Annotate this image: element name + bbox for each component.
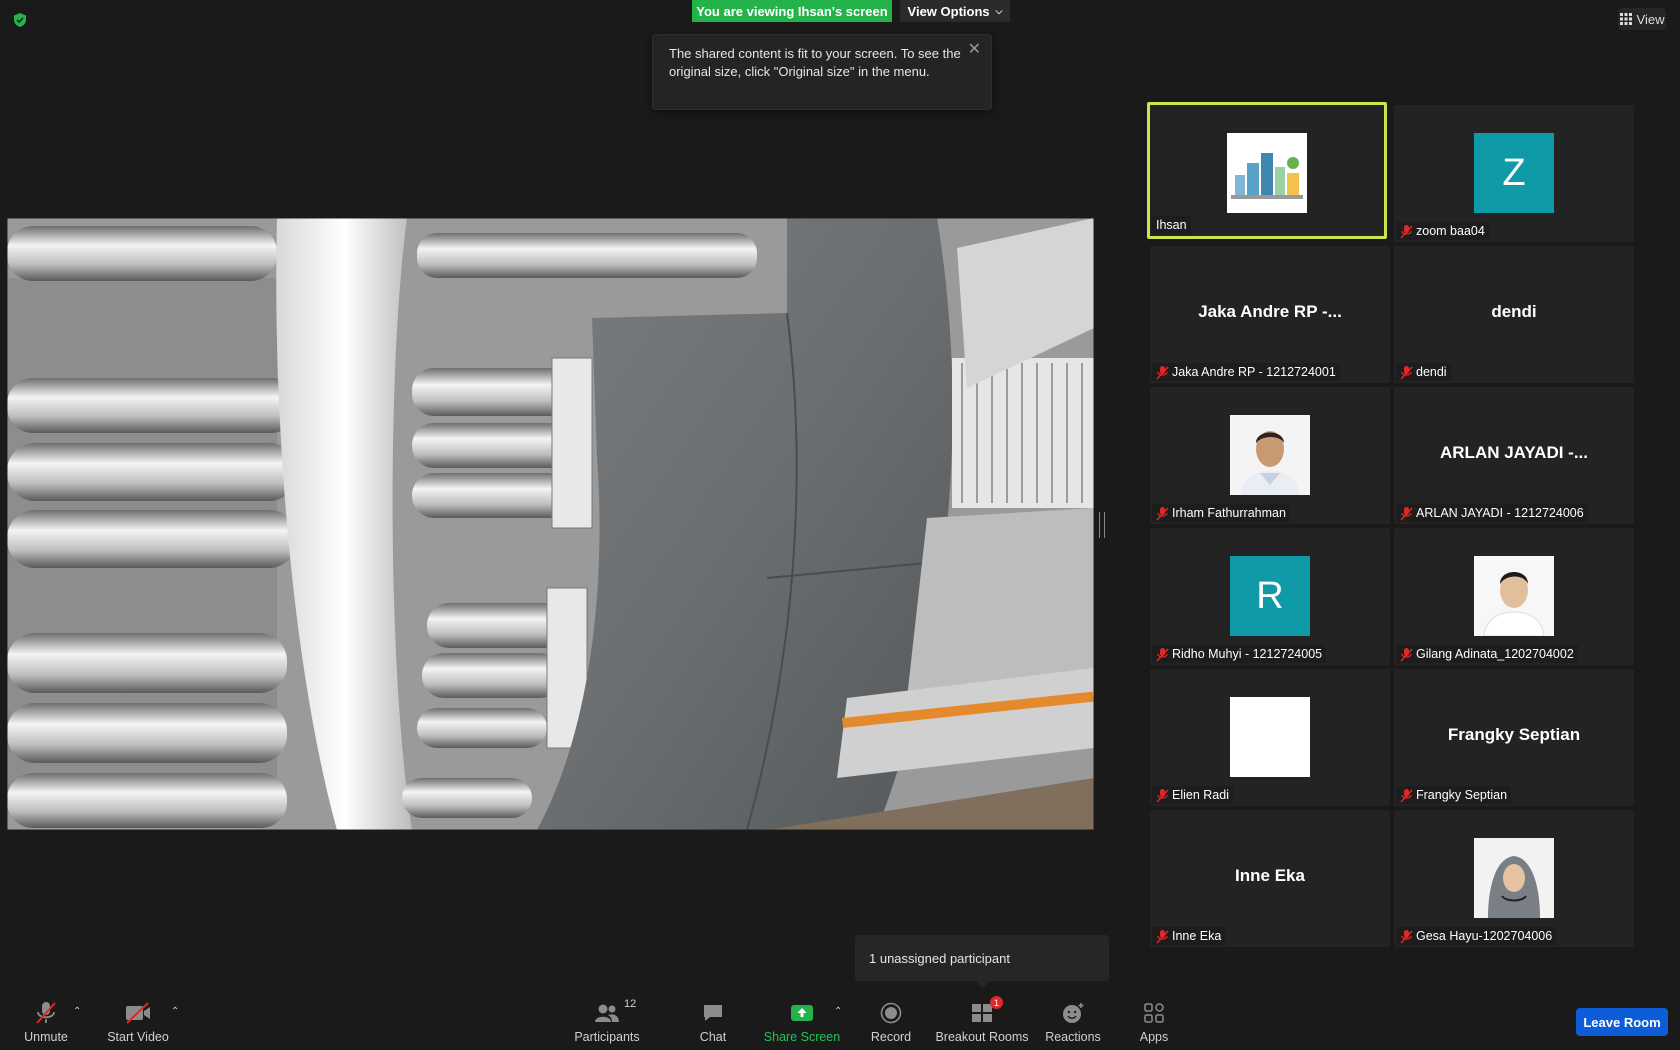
share-options-caret[interactable]: ⌃ [834, 1006, 842, 1017]
participants-button[interactable]: 12 Participants [574, 998, 640, 1048]
chat-icon [704, 1005, 722, 1021]
profile-picture [1230, 415, 1310, 495]
mic-muted-icon [1400, 930, 1413, 944]
reactions-label: Reactions [1045, 1030, 1101, 1044]
mic-muted-icon [1156, 366, 1169, 380]
avatar: R [1230, 556, 1310, 636]
popup-arrow [975, 980, 991, 988]
participant-name: Elien Radi [1152, 786, 1233, 804]
profile-picture [1227, 133, 1307, 213]
profile-picture [1474, 556, 1554, 636]
video-options-caret[interactable]: ⌃ [171, 1006, 179, 1017]
tooltip-text: The shared content is fit to your screen… [669, 46, 961, 79]
participant-tile[interactable]: Jaka Andre RP -... Jaka Andre RP - 12127… [1150, 246, 1390, 383]
participant-tile[interactable]: ARLAN JAYADI -... ARLAN JAYADI - 1212724… [1394, 387, 1634, 524]
mic-muted-icon [1156, 789, 1169, 803]
participant-tile[interactable]: Inne Eka Inne Eka [1150, 810, 1390, 947]
participant-tile[interactable]: Frangky Septian Frangky Septian [1394, 669, 1634, 806]
mic-muted-icon [1400, 507, 1413, 521]
participant-name: Gesa Hayu-1202704006 [1396, 927, 1557, 945]
viewing-screen-banner: You are viewing Ihsan's screen [692, 0, 892, 22]
chat-label: Chat [699, 1030, 727, 1044]
start-video-button[interactable]: Start Video [105, 1000, 171, 1048]
participant-name: Inne Eka [1152, 927, 1226, 945]
participant-display-name: Frangky Septian [1447, 725, 1581, 744]
participant-tile[interactable]: Z zoom baa04 [1394, 105, 1634, 242]
view-button-label: View [1636, 11, 1665, 27]
unmute-button[interactable]: Unmute [22, 1000, 70, 1048]
leave-room-button[interactable]: Leave Room [1576, 1008, 1668, 1036]
participant-name: Irham Fathurrahman [1152, 504, 1290, 522]
mic-muted-icon [1156, 648, 1169, 662]
mic-muted-icon [36, 1002, 56, 1024]
apps-icon [1144, 1003, 1164, 1023]
close-icon[interactable]: ✕ [968, 39, 981, 59]
mic-muted-icon [1400, 648, 1413, 662]
reactions-button[interactable]: Reactions [1045, 1000, 1101, 1048]
participant-name: zoom baa04 [1396, 222, 1489, 240]
fit-screen-tooltip: The shared content is fit to your screen… [652, 34, 992, 110]
participant-name: ARLAN JAYADI - 1212724006 [1396, 504, 1588, 522]
mic-muted-icon [1400, 225, 1413, 239]
reactions-icon [1063, 1003, 1084, 1023]
avatar: Z [1474, 133, 1554, 213]
profile-picture [1474, 838, 1554, 918]
share-screen-label: Share Screen [763, 1030, 841, 1044]
participant-name: dendi [1396, 363, 1451, 381]
share-screen-icon [791, 1005, 813, 1021]
view-options-label: View Options [907, 3, 990, 19]
participant-tile[interactable]: Irham Fathurrahman [1150, 387, 1390, 524]
participant-display-name: ARLAN JAYADI -... [1440, 443, 1588, 462]
participants-count: 12 [624, 998, 637, 1010]
participants-label: Participants [574, 1030, 640, 1044]
unassigned-participant-popup[interactable]: 1 unassigned participant [855, 935, 1109, 981]
participant-tile[interactable]: R Ridho Muhyi - 1212724005 [1150, 528, 1390, 665]
breakout-badge: 1 [990, 996, 1003, 1009]
profile-picture [1230, 697, 1310, 777]
participant-display-name: dendi [1491, 302, 1537, 321]
record-button[interactable]: Record [870, 1000, 912, 1048]
view-button[interactable]: View [1618, 8, 1666, 30]
participants-icon [595, 1004, 619, 1022]
shared-screen[interactable] [7, 218, 1094, 830]
participant-display-name: Inne Eka [1235, 866, 1305, 885]
video-off-icon [126, 1002, 150, 1024]
participant-name: Ridho Muhyi - 1212724005 [1152, 645, 1327, 663]
splitter-handle[interactable] [1099, 512, 1105, 538]
view-options-button[interactable]: View Options ⌵ [900, 0, 1010, 22]
chat-button[interactable]: Chat [692, 1000, 734, 1048]
chevron-down-icon: ⌵ [995, 5, 1003, 16]
participant-name: Gilang Adinata_1202704002 [1396, 645, 1578, 663]
participant-tile[interactable]: dendi dendi [1394, 246, 1634, 383]
participant-tile[interactable]: Ihsan [1147, 102, 1387, 239]
participant-name: Ihsan [1152, 216, 1191, 234]
participant-tile[interactable]: Gilang Adinata_1202704002 [1394, 528, 1634, 665]
share-screen-button[interactable]: Share Screen [763, 1000, 841, 1048]
start-video-label: Start Video [107, 1030, 169, 1044]
breakout-rooms-icon [972, 1004, 992, 1022]
mic-muted-icon [1156, 507, 1169, 521]
apps-label: Apps [1139, 1030, 1169, 1044]
mic-muted-icon [1156, 930, 1169, 944]
breakout-rooms-button[interactable]: 1 Breakout Rooms [935, 996, 1029, 1048]
grid-icon [1619, 13, 1632, 25]
participant-name: Jaka Andre RP - 1212724001 [1152, 363, 1340, 381]
breakout-rooms-label: Breakout Rooms [935, 1030, 1029, 1044]
audio-options-caret[interactable]: ⌃ [73, 1006, 81, 1017]
record-icon [880, 1002, 902, 1024]
record-label: Record [870, 1030, 912, 1044]
participant-display-name: Jaka Andre RP -... [1198, 302, 1342, 321]
mic-muted-icon [1400, 789, 1413, 803]
participant-name: Frangky Septian [1396, 786, 1512, 804]
apps-button[interactable]: Apps [1136, 1000, 1172, 1048]
participant-tile[interactable]: Elien Radi [1150, 669, 1390, 806]
shared-screen-image [7, 218, 1094, 830]
shield-icon[interactable] [12, 12, 28, 28]
unmute-label: Unmute [24, 1030, 68, 1044]
participant-tile[interactable]: Gesa Hayu-1202704006 [1394, 810, 1634, 947]
mic-muted-icon [1400, 366, 1413, 380]
